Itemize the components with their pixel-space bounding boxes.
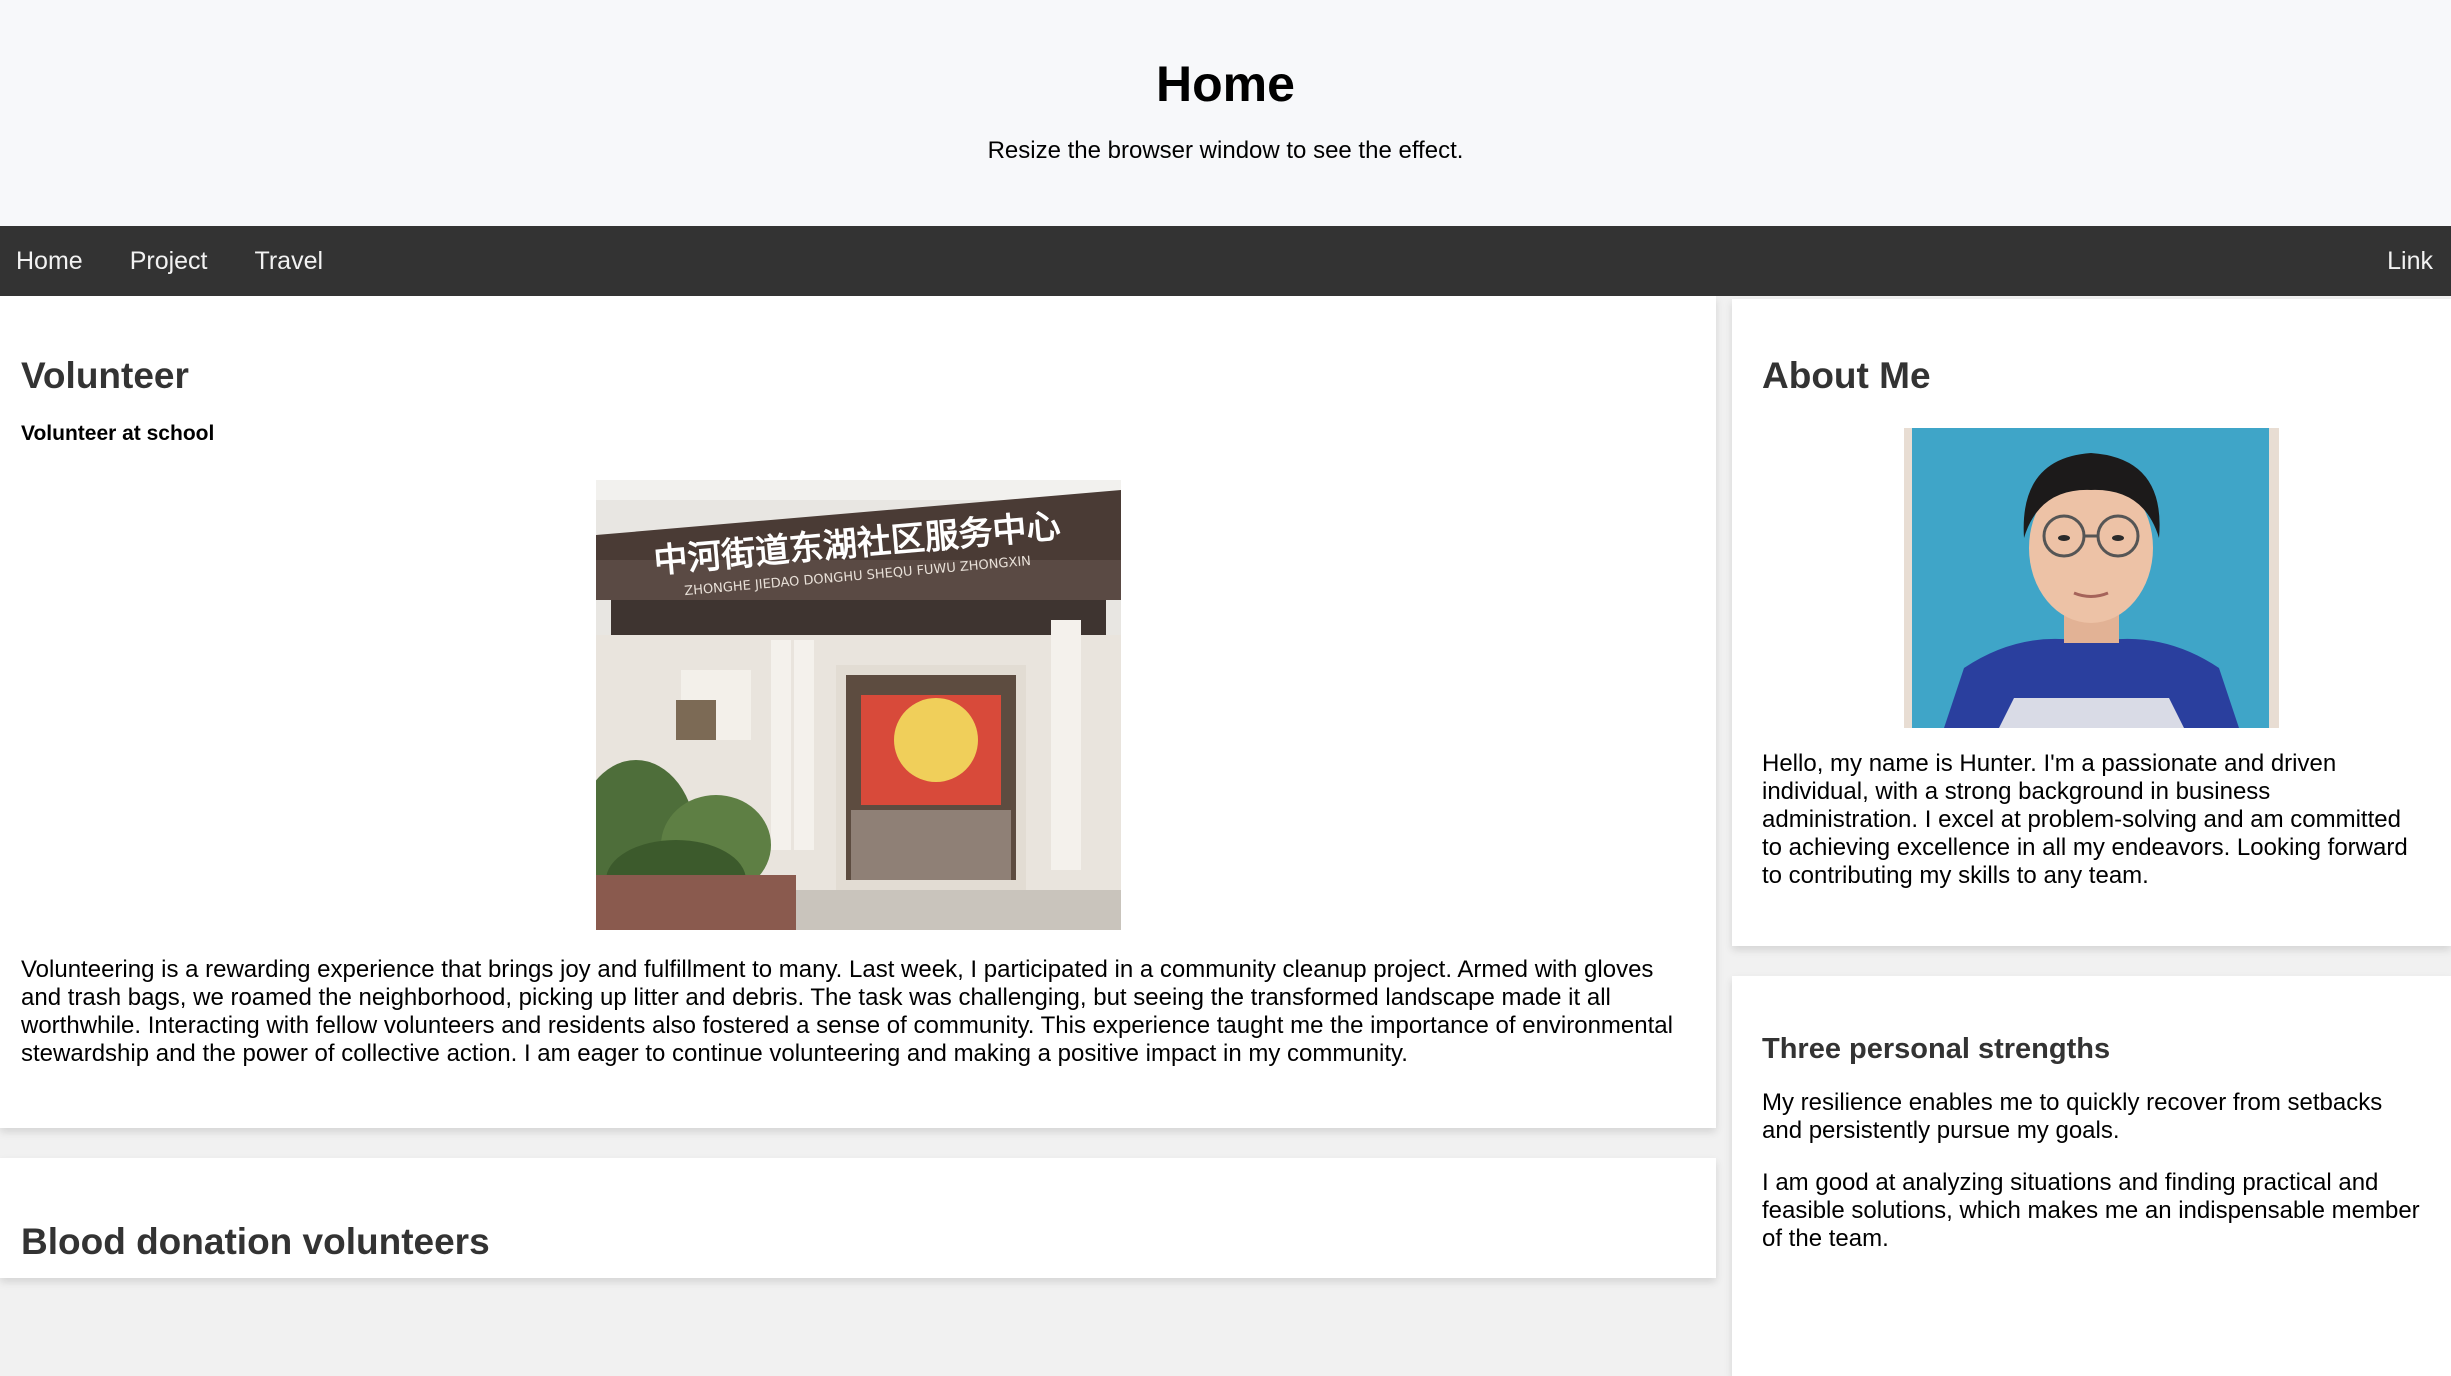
about-text: Hello, my name is Hunter. I'm a passiona… (1762, 750, 2408, 889)
nav-link[interactable]: Link (2371, 226, 2449, 296)
profile-photo (1904, 428, 2279, 728)
volunteer-text: Volunteering is a rewarding experience t… (21, 956, 1673, 1067)
blood-donation-title: Blood donation volunteers (21, 1221, 490, 1262)
right-column: About Me Hello, my name is Hunter. I'm a… (1716, 296, 2451, 1376)
strengths-title: Three personal strengths (1762, 1033, 2111, 1065)
strength-item: My resilience enables me to quickly reco… (1762, 1089, 2383, 1144)
about-title: About Me (1762, 355, 1931, 396)
strengths-card: Three personal strengths My resilience e… (1732, 976, 2451, 1376)
strength-item: I am good at analyzing situations and fi… (1762, 1169, 2420, 1252)
page-title: Home (1156, 56, 1295, 112)
top-nav: Home Project Travel Link (0, 226, 2451, 296)
nav-home[interactable]: Home (0, 226, 99, 296)
content-row: Volunteer Volunteer at school 中河街道东湖社区服务… (0, 296, 2451, 1376)
left-column: Volunteer Volunteer at school 中河街道东湖社区服务… (0, 296, 1716, 1376)
volunteer-title: Volunteer (21, 355, 189, 396)
volunteer-subtitle: Volunteer at school (21, 422, 215, 445)
nav-project[interactable]: Project (114, 226, 224, 296)
nav-travel[interactable]: Travel (239, 226, 340, 296)
blood-donation-card: Blood donation volunteers (0, 1158, 1716, 1278)
volunteer-card: Volunteer Volunteer at school 中河街道东湖社区服务… (0, 296, 1716, 1128)
page-subtitle: Resize the browser window to see the eff… (987, 137, 1464, 164)
volunteer-photo: 中河街道东湖社区服务中心 ZHONGHE JIEDAO DONGHU SHEQU… (595, 480, 1121, 930)
about-card: About Me Hello, my name is Hunter. I'm a… (1732, 299, 2451, 946)
page-header: Home Resize the browser window to see th… (0, 0, 2451, 226)
